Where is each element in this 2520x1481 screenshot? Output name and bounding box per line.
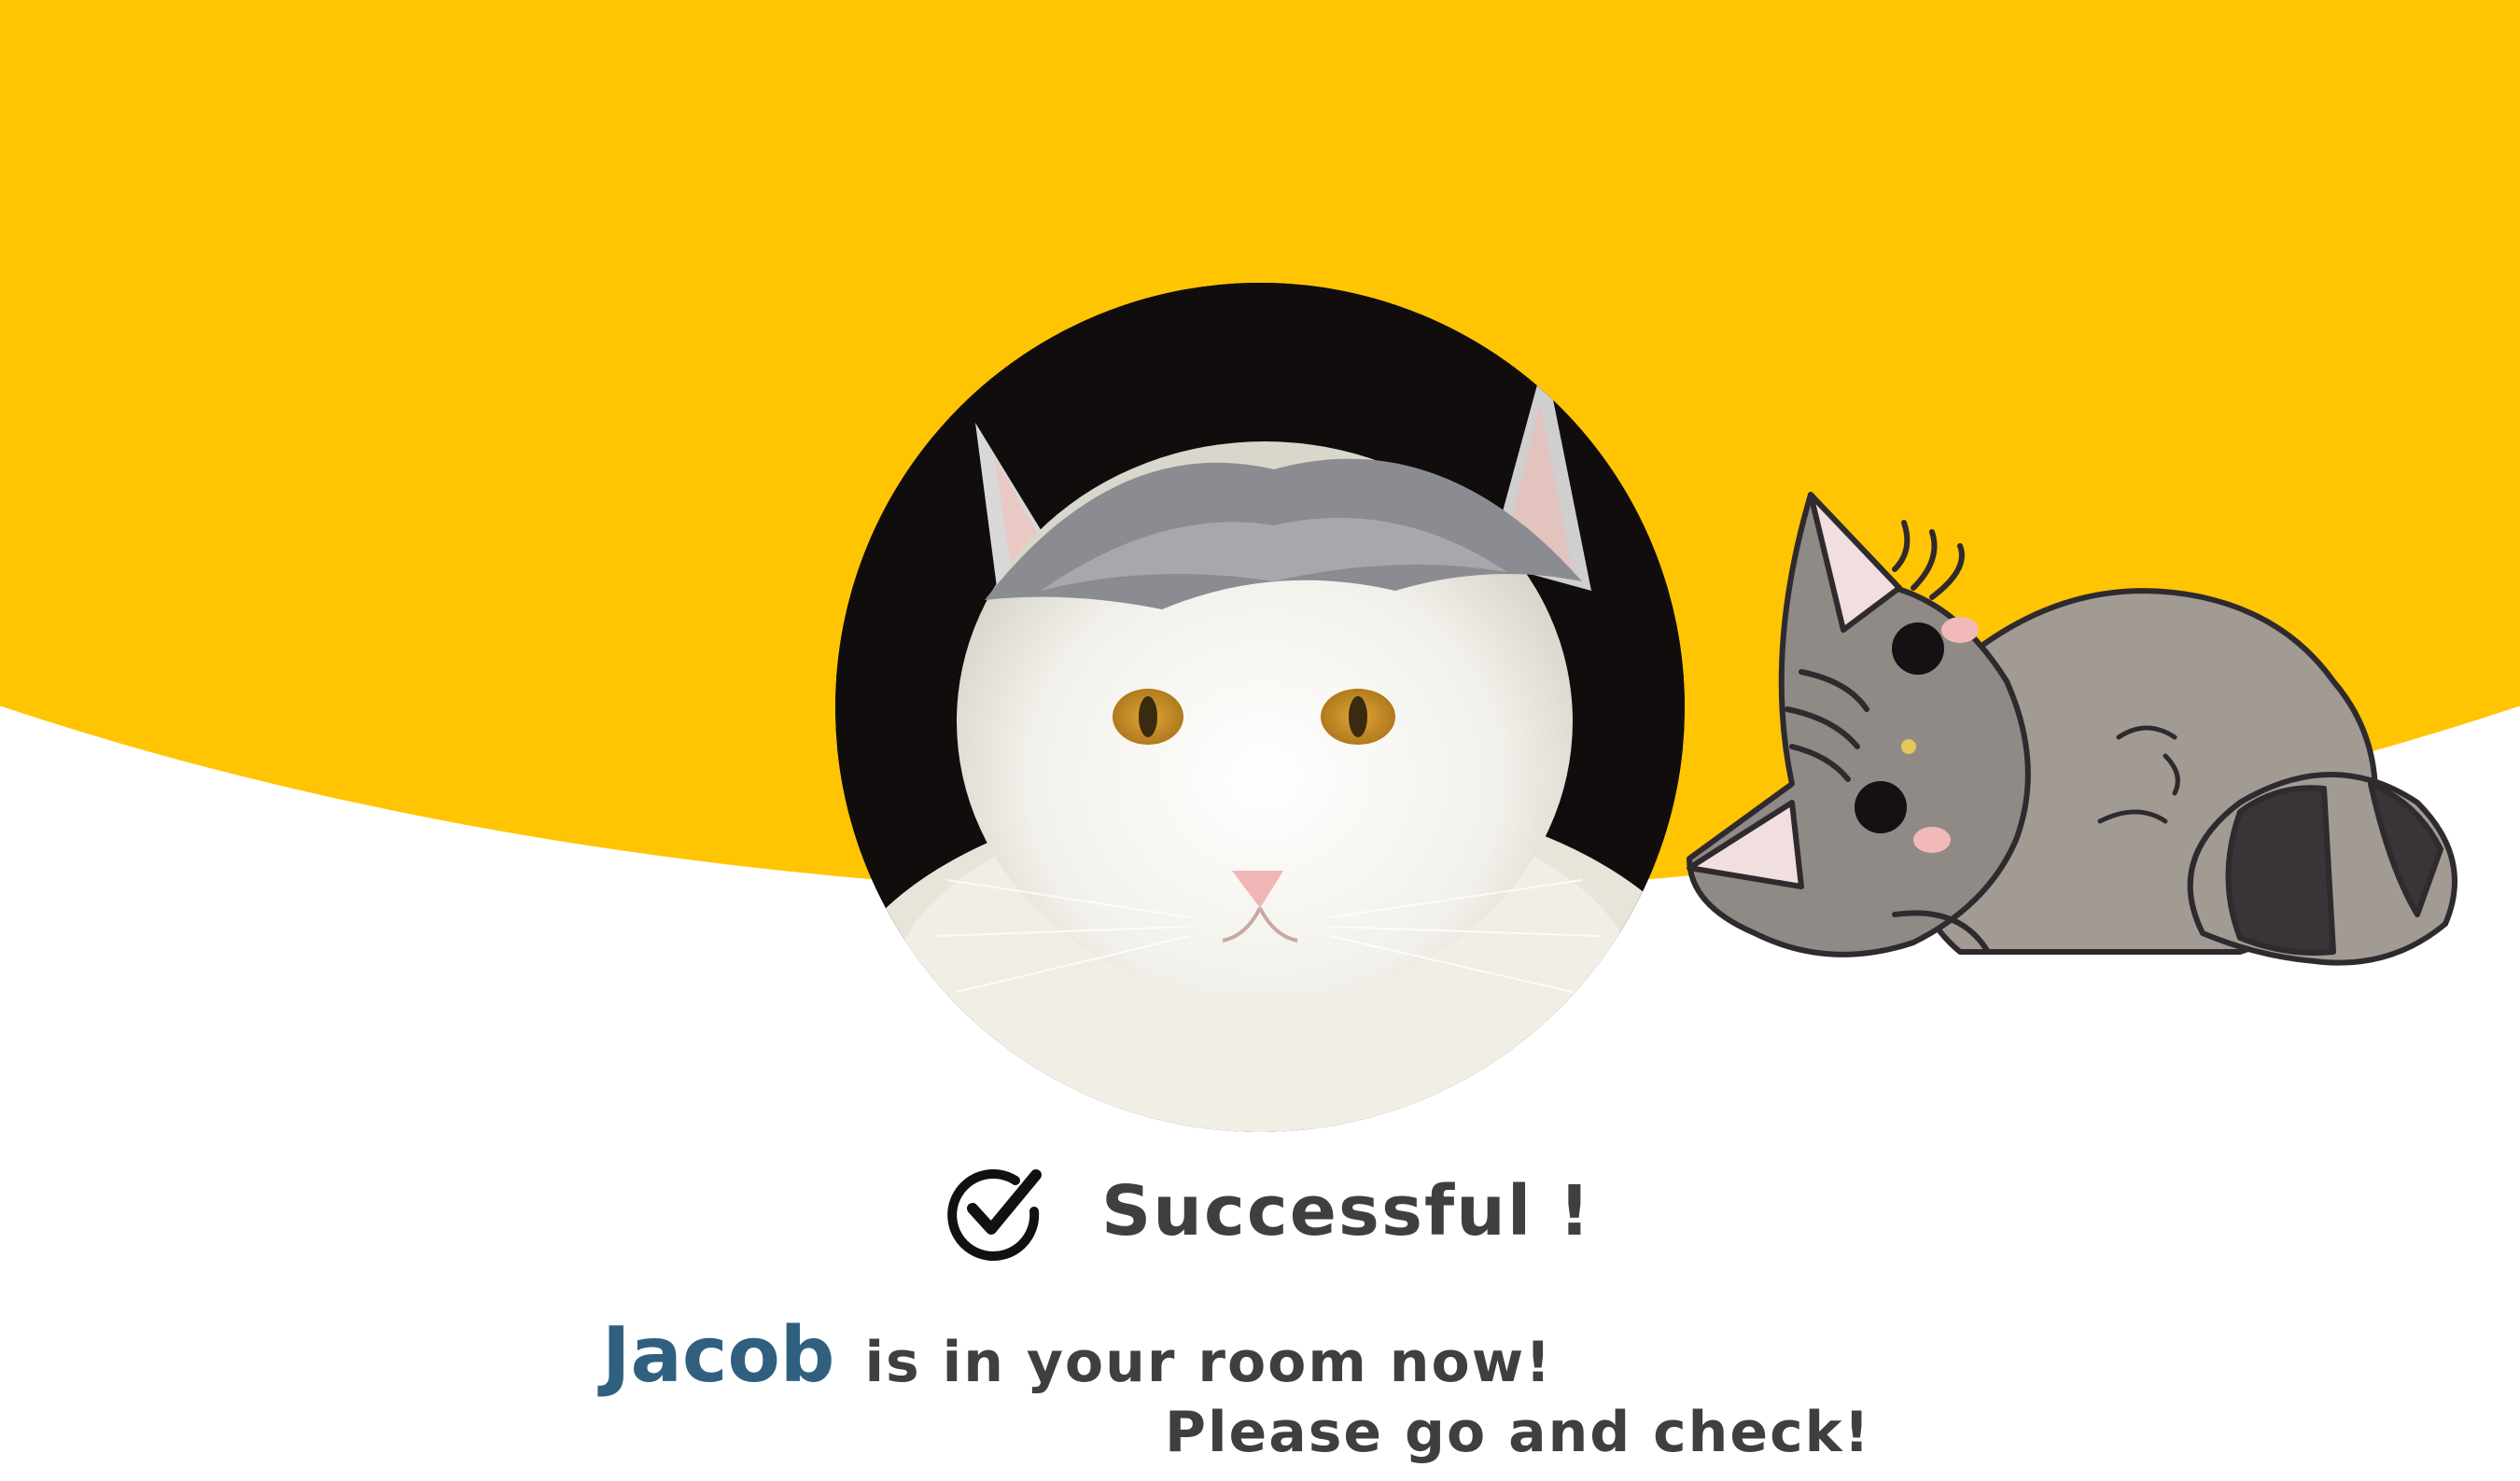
message-line-1: Jacob is in your room now! — [602, 1311, 1553, 1400]
success-message: Successful ! — [1101, 1171, 1592, 1251]
sleeping-cat-illustration — [1680, 467, 2483, 989]
cat-name: Jacob — [602, 1311, 835, 1400]
message-text: is in your room now! — [864, 1330, 1553, 1395]
check-circle-icon — [947, 1169, 1042, 1261]
success-status: Successful ! — [943, 1160, 1592, 1263]
success-page: Successful ! Jacob is in your room now! … — [0, 0, 2520, 1481]
cat-photo — [835, 283, 1685, 1132]
message-line-2: Please go and check! — [1165, 1400, 1871, 1465]
